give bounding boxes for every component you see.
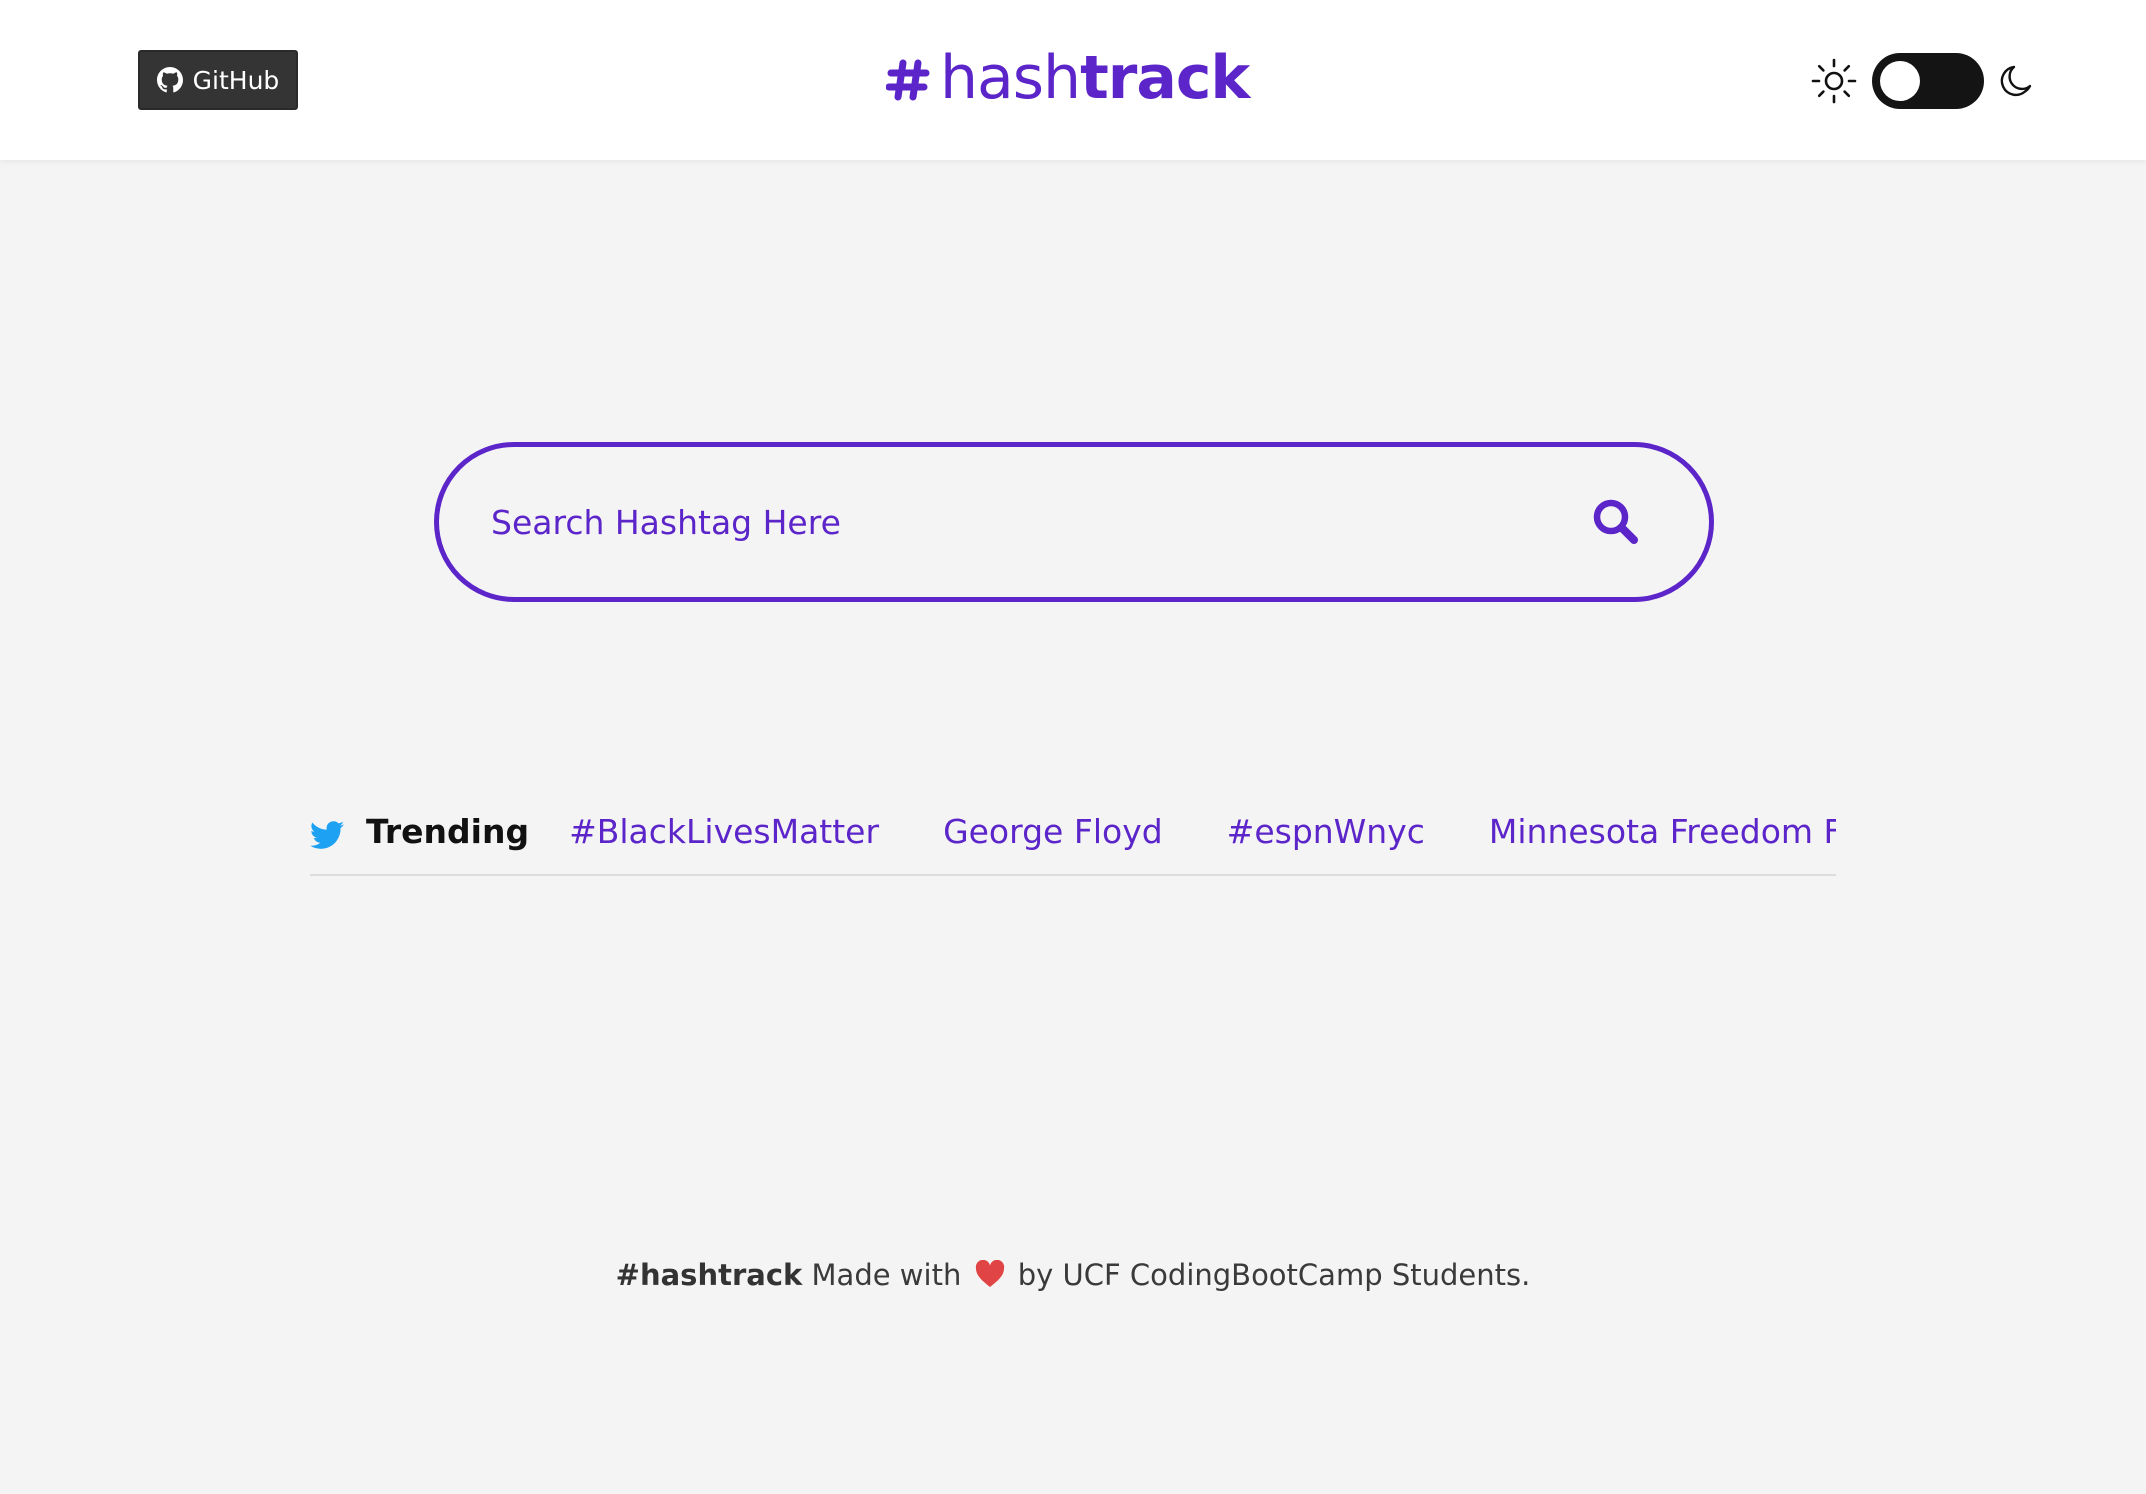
- trend-item[interactable]: George Floyd: [943, 812, 1163, 851]
- toggle-knob: [1880, 61, 1920, 101]
- top-bar: GitHub hash track: [0, 0, 2146, 160]
- theme-toggle[interactable]: [1872, 53, 1984, 109]
- trend-item[interactable]: #espnWnyc: [1227, 812, 1425, 851]
- sun-icon: [1811, 58, 1857, 104]
- github-icon: [156, 67, 183, 93]
- github-label: GitHub: [192, 65, 280, 95]
- search-icon[interactable]: [1589, 495, 1645, 551]
- trend-item[interactable]: #BlackLivesMatter: [569, 812, 879, 851]
- twitter-icon: [310, 821, 344, 849]
- trending-label: Trending: [366, 812, 530, 851]
- search-input[interactable]: [491, 487, 1491, 557]
- footer: #hashtrack Made with by UCF CodingBootCa…: [0, 1258, 2146, 1292]
- logo-text-bold: track: [1080, 43, 1250, 113]
- footer-credit: by UCF CodingBootCamp Students.: [1017, 1258, 1531, 1292]
- moon-icon: [2000, 65, 2032, 97]
- github-button[interactable]: GitHub: [138, 50, 298, 110]
- search-bar: [434, 442, 1714, 602]
- trending-bar: Trending #BlackLivesMatter George Floyd …: [310, 800, 1836, 876]
- theme-switcher: [1810, 53, 2038, 109]
- page: GitHub hash track Search Hashtag Here Tr…: [0, 0, 2146, 1494]
- site-logo[interactable]: hash track: [886, 38, 1250, 118]
- footer-made-with: Made with: [811, 1258, 962, 1292]
- heart-icon: [975, 1260, 1004, 1287]
- logo-text-light: hash: [940, 43, 1081, 113]
- trend-item[interactable]: Minnesota Freedom Fund: [1489, 812, 1836, 851]
- footer-brand: #hashtrack: [615, 1258, 803, 1292]
- hashtag-icon: [886, 59, 930, 101]
